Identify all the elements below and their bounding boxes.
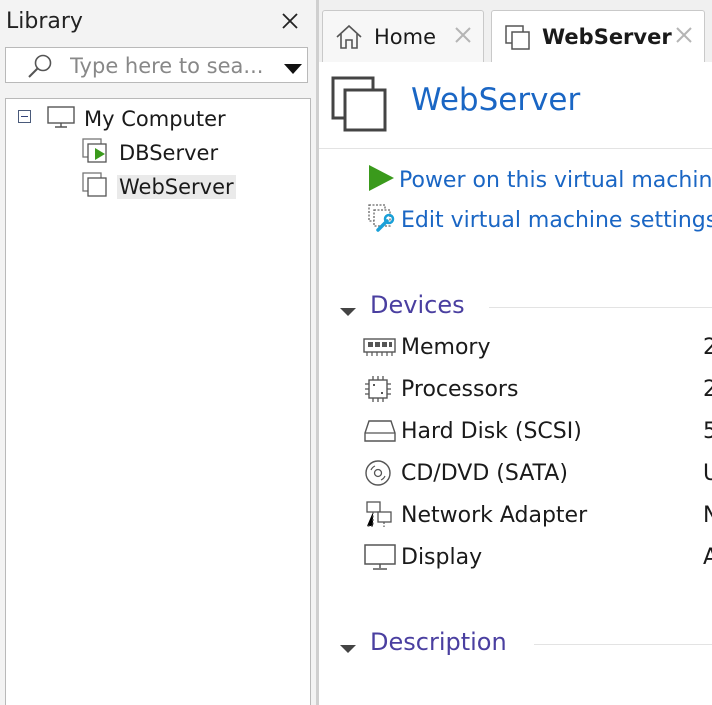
device-value: 5 [703,418,712,444]
section-rule [534,644,712,645]
hard-disk-icon [363,415,401,447]
tab-label: Home [374,25,437,49]
tree-item-label: My Computer [84,107,226,131]
section-title: Description [370,628,507,656]
device-name: Memory [401,334,491,360]
close-tab-icon[interactable] [675,26,693,48]
device-row-display[interactable]: Display A [363,540,712,574]
tree-item-my-computer[interactable]: My Computer [46,104,228,134]
device-name: CD/DVD (SATA) [401,460,568,486]
device-row-network-adapter[interactable]: Network Adapter N [363,498,712,532]
display-icon [363,541,401,573]
home-icon [335,24,363,54]
section-title: Devices [370,291,465,319]
cd-dvd-icon [363,457,401,489]
vm-icon [81,171,117,204]
device-name: Hard Disk (SCSI) [401,418,582,444]
description-section-header[interactable]: Description [339,628,712,658]
tree-item-label: DBServer [119,141,219,165]
search-icon [26,53,54,83]
tree-item-dbserver[interactable]: DBServer [81,137,220,170]
network-adapter-icon [363,499,401,531]
action-label: Power on this virtual machine [399,167,712,193]
search-dropdown-icon[interactable] [283,60,303,79]
collapse-triangle-icon [339,639,357,658]
vm-summary-page: WebServer Power on this virtual machine … [319,62,712,705]
vm-title: WebServer [411,82,581,118]
vm-large-icon [331,76,391,140]
devices-section-header[interactable]: Devices [339,291,712,321]
collapse-triangle-icon [339,302,357,321]
memory-icon [363,331,401,363]
section-rule [489,307,712,308]
vm-icon [504,24,532,56]
collapse-toggle[interactable] [18,110,31,123]
library-search-input[interactable] [68,51,272,81]
device-value: N [703,502,712,528]
play-icon [367,164,395,196]
close-tab-icon[interactable] [454,26,472,48]
edit-settings-link[interactable]: Edit virtual machine settings [367,204,712,236]
power-on-link[interactable]: Power on this virtual machine [367,164,712,196]
processor-icon [363,373,401,405]
tab-home[interactable]: Home [322,10,484,62]
device-row-cd-dvd[interactable]: CD/DVD (SATA) U [363,456,712,490]
tab-label: WebServer [542,25,672,49]
device-value: 2 [703,376,712,402]
library-close-icon[interactable] [279,10,301,32]
tree-item-label: WebServer [117,175,236,199]
device-name: Display [401,544,483,570]
device-value: U [703,460,712,486]
computer-icon [46,105,82,134]
tab-strip: Home WebServer [319,0,712,62]
settings-icon [367,203,397,237]
device-row-memory[interactable]: Memory 2 [363,330,712,364]
tab-webserver[interactable]: WebServer [491,10,705,62]
device-value: A [703,544,712,570]
tree-item-webserver[interactable]: WebServer [81,171,236,204]
vm-running-icon [81,137,117,170]
action-label: Edit virtual machine settings [401,207,712,233]
library-tree: My Computer DBServer WebServer [5,98,311,705]
device-row-processors[interactable]: Processors 2 [363,372,712,406]
library-title: Library [6,9,83,34]
library-panel: Library My Computer [0,0,316,705]
device-name: Processors [401,376,519,402]
device-row-hard-disk[interactable]: Hard Disk (SCSI) 5 [363,414,712,448]
divider [319,148,712,149]
device-name: Network Adapter [401,502,588,528]
device-value: 2 [703,334,712,360]
library-search-box [5,47,308,83]
